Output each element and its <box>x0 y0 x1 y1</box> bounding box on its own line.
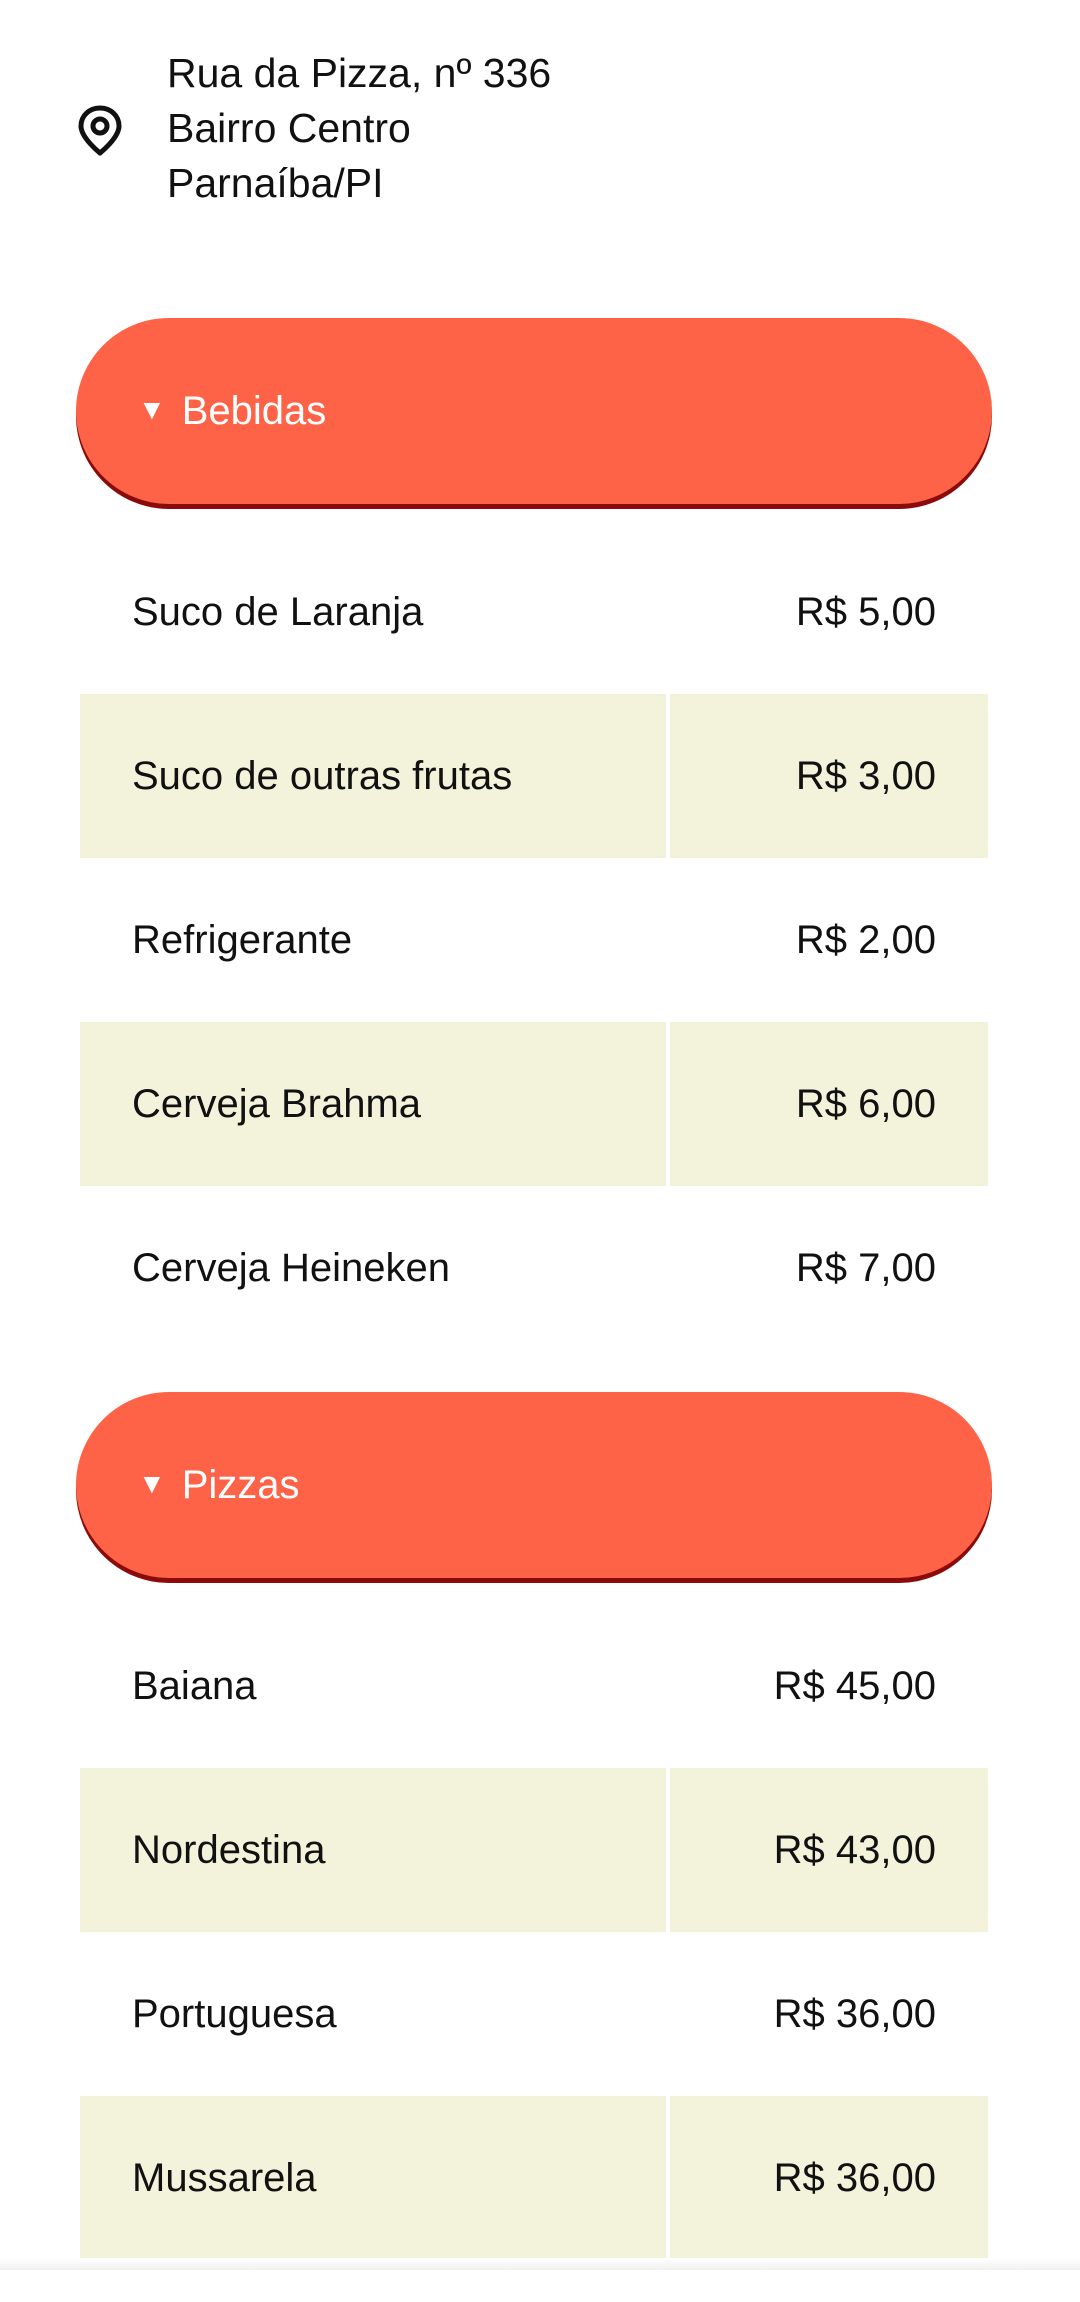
category-label: Pizzas <box>181 1462 300 1507</box>
item-name: Cerveja Heineken <box>132 1245 450 1290</box>
item-price: R$ 3,00 <box>670 694 988 858</box>
item-name: Baiana <box>132 1663 257 1708</box>
item-name: Nordestina <box>80 1768 666 1932</box>
menu-list: ▼ Bebidas Suco de Laranja R$ 5,00 Suco d… <box>0 318 1080 2302</box>
menu-item-row[interactable]: Portuguesa R$ 36,00 <box>80 1932 988 2096</box>
address-street: Rua da Pizza, nº 336 <box>167 50 552 96</box>
item-name: Refrigerante <box>132 917 353 962</box>
item-price: R$ 6,00 <box>670 1022 988 1186</box>
menu-item-row[interactable]: Suco de outras frutas R$ 3,00 <box>80 694 988 858</box>
item-name: Cerveja Brahma <box>80 1022 666 1186</box>
item-name: Mussarela <box>80 2096 666 2260</box>
menu-item-row[interactable]: Nordestina R$ 43,00 <box>80 1768 988 1932</box>
menu-item-row[interactable]: Cerveja Brahma R$ 6,00 <box>80 1022 988 1186</box>
menu-item-row[interactable]: Cerveja Heineken R$ 7,00 <box>80 1186 988 1350</box>
category-header-pizzas[interactable]: ▼ Pizzas <box>76 1392 992 1578</box>
address-section: Rua da Pizza, nº 336 Bairro Centro Parna… <box>0 0 1080 260</box>
address-neighborhood: Bairro Centro <box>167 105 411 151</box>
item-name: Suco de Laranja <box>132 589 424 634</box>
chevron-down-icon: ▼ <box>138 394 166 425</box>
item-price: R$ 43,00 <box>670 1768 988 1932</box>
menu-item-row[interactable]: Baiana R$ 45,00 <box>80 1604 988 1768</box>
address-city: Parnaíba/PI <box>167 160 384 206</box>
item-price: R$ 7,00 <box>795 1245 936 1290</box>
item-price: R$ 5,00 <box>795 589 936 634</box>
chevron-down-icon: ▼ <box>138 1468 166 1499</box>
item-name: Portuguesa <box>132 1991 337 2036</box>
menu-item-row[interactable]: Suco de Laranja R$ 5,00 <box>80 530 988 694</box>
map-pin-icon <box>76 104 124 156</box>
category-items-bebidas: Suco de Laranja R$ 5,00 Suco de outras f… <box>0 530 1080 1350</box>
item-price: R$ 45,00 <box>773 1663 936 1708</box>
item-price: R$ 36,00 <box>670 2096 988 2260</box>
bottom-edge <box>0 2258 1080 2270</box>
category-items-pizzas: Baiana R$ 45,00 Nordestina R$ 43,00 Port… <box>0 1604 1080 2260</box>
category-label: Bebidas <box>181 388 327 433</box>
item-name: Suco de outras frutas <box>80 694 666 858</box>
item-price: R$ 36,00 <box>773 1991 936 2036</box>
category-header-bebidas[interactable]: ▼ Bebidas <box>76 318 992 504</box>
menu-item-row[interactable]: Mussarela R$ 36,00 <box>80 2096 988 2260</box>
menu-item-row[interactable]: Refrigerante R$ 2,00 <box>80 858 988 1022</box>
address-text: Rua da Pizza, nº 336 Bairro Centro Parna… <box>167 46 551 211</box>
item-price: R$ 2,00 <box>795 917 936 962</box>
